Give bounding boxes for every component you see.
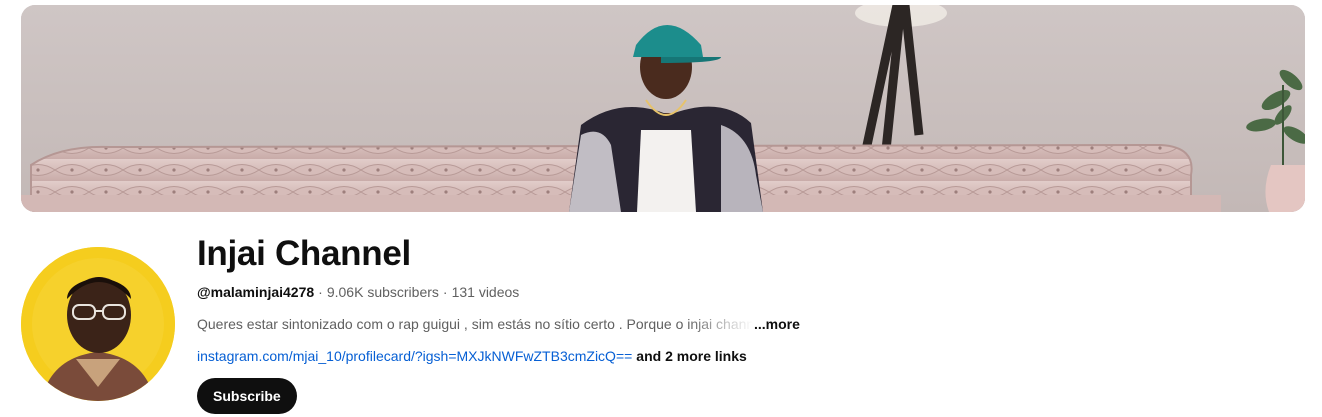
channel-avatar[interactable] — [21, 247, 175, 401]
description-more-button[interactable]: ...more — [754, 314, 800, 334]
video-count: 131 videos — [451, 284, 520, 300]
channel-meta: @malaminjai4278 · 9.06K subscribers · 131 vi… — [197, 282, 1297, 302]
description-text: Queres estar sintonizado com o rap guigu… — [197, 316, 753, 332]
banner-illustration — [21, 5, 1305, 212]
channel-info: Injai Channel @malaminjai4278 · 9.06K subs… — [197, 232, 1297, 414]
channel-title: Injai Channel — [197, 234, 411, 273]
subscriber-count: 9.06K subscribers — [326, 284, 439, 300]
meta-separator: · — [318, 284, 323, 300]
channel-handle[interactable]: @malaminjai4278 — [197, 284, 314, 300]
channel-description[interactable]: Queres estar sintonizado com o rap guigu… — [197, 314, 1297, 334]
channel-links: instagram.com/mjai_10/profilecard/?igsh=… — [197, 346, 1297, 366]
more-links-button[interactable]: and 2 more links — [636, 348, 746, 364]
subscribe-button[interactable]: Subscribe — [197, 378, 297, 414]
avatar-image — [21, 247, 175, 401]
meta-separator: · — [442, 284, 448, 300]
channel-page: Injai Channel @malaminjai4278 · 9.06K subs… — [0, 0, 1322, 417]
instagram-link[interactable]: instagram.com/mjai_10/profilecard/?igsh=… — [197, 348, 632, 364]
channel-banner — [21, 5, 1305, 212]
